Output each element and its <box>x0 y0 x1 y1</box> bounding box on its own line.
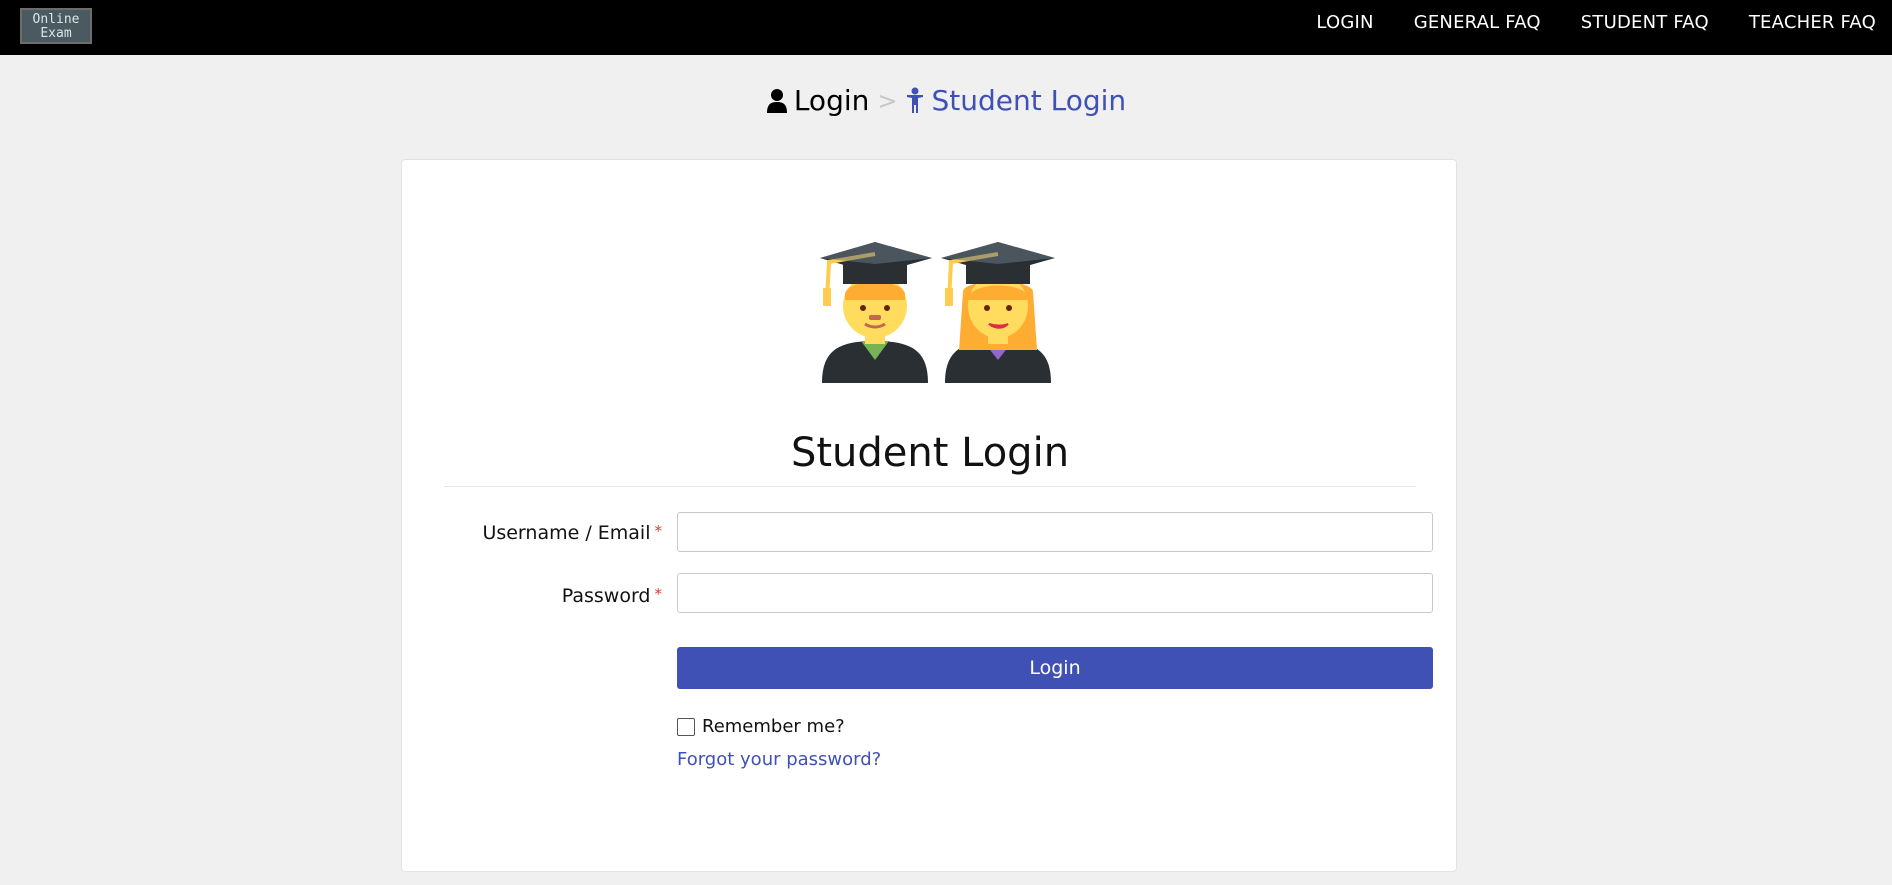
remember-me-label[interactable]: Remember me? <box>702 716 845 737</box>
login-button[interactable]: Login <box>677 647 1433 689</box>
breadcrumb-separator: > <box>877 86 898 115</box>
login-card: Student Login Username / Email * Password… <box>401 159 1457 872</box>
breadcrumb-current-label: Student Login <box>931 84 1127 117</box>
logo-text-line1: Online <box>32 12 80 27</box>
nav-student-faq[interactable]: STUDENT FAQ <box>1581 12 1709 33</box>
password-label-text: Password <box>561 585 651 607</box>
nav-general-faq[interactable]: GENERAL FAQ <box>1414 12 1541 33</box>
breadcrumb-login-link[interactable]: Login <box>766 84 870 117</box>
graduates-icon <box>820 242 1055 383</box>
breadcrumb: Login > Student Login <box>0 84 1892 117</box>
breadcrumb-home-label: Login <box>793 84 870 117</box>
child-icon <box>907 87 924 113</box>
breadcrumb-current: Student Login <box>905 84 1126 117</box>
nav-links: LOGIN GENERAL FAQ STUDENT FAQ TEACHER FA… <box>1276 0 1876 45</box>
title-divider <box>444 486 1416 487</box>
online-exam-logo[interactable]: Online Exam <box>20 8 92 44</box>
forgot-password-link[interactable]: Forgot your password? <box>677 749 881 770</box>
nav-teacher-faq[interactable]: TEACHER FAQ <box>1749 12 1876 33</box>
password-label: Password * <box>562 585 662 607</box>
username-input[interactable] <box>677 512 1433 552</box>
remember-me-checkbox[interactable] <box>677 717 695 736</box>
username-label-text: Username / Email <box>482 522 651 544</box>
password-input[interactable] <box>677 573 1433 613</box>
username-label: Username / Email * <box>482 522 662 544</box>
logo-text-line2: Exam <box>40 26 72 41</box>
top-navbar: Online Exam LOGIN GENERAL FAQ STUDENT FA… <box>0 0 1892 55</box>
user-icon <box>766 88 787 113</box>
nav-login[interactable]: LOGIN <box>1316 12 1373 33</box>
required-marker: * <box>654 585 663 603</box>
card-title: Student Login <box>790 430 1070 476</box>
remember-me: Remember me? <box>677 716 845 737</box>
required-marker: * <box>654 522 663 540</box>
